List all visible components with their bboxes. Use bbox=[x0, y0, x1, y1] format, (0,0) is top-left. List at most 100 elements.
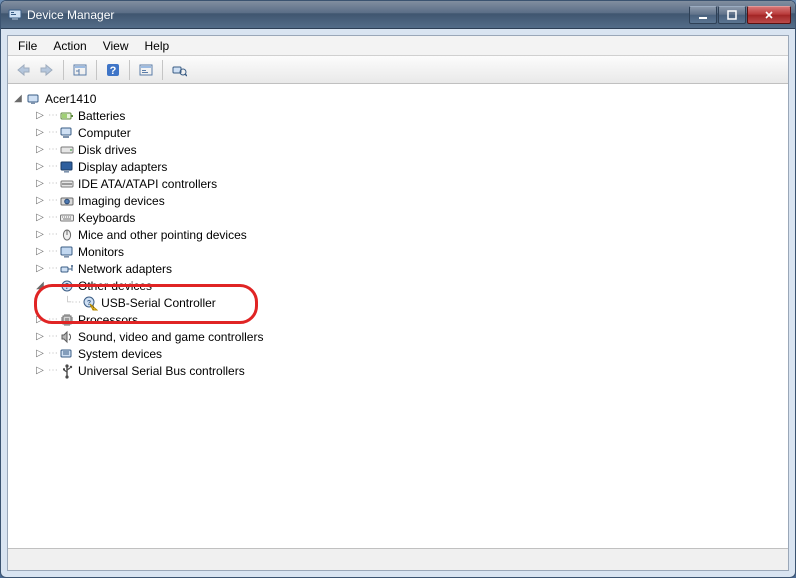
titlebar[interactable]: Device Manager bbox=[1, 1, 795, 29]
minimize-button[interactable] bbox=[689, 6, 717, 24]
expander-icon[interactable]: ▷ bbox=[34, 365, 46, 377]
tree-category-label: System devices bbox=[78, 347, 162, 361]
tree-category-label: Universal Serial Bus controllers bbox=[78, 364, 245, 378]
menubar: File Action View Help bbox=[8, 36, 788, 56]
client-area: File Action View Help ? bbox=[7, 35, 789, 571]
expander-icon[interactable]: ▷ bbox=[34, 178, 46, 190]
tree-category-label: Batteries bbox=[78, 109, 125, 123]
tree-category-node[interactable]: ▷ ⋯ Monitors bbox=[10, 243, 786, 260]
tree-category-node[interactable]: ▷ ⋯ Mice and other pointing devices bbox=[10, 226, 786, 243]
close-button[interactable] bbox=[747, 6, 791, 24]
tree-connector: ⋯ bbox=[48, 331, 58, 342]
help-button[interactable]: ? bbox=[102, 59, 124, 81]
window-title: Device Manager bbox=[27, 8, 114, 22]
svg-text:!: ! bbox=[92, 305, 94, 311]
scan-hardware-button[interactable] bbox=[168, 59, 190, 81]
tree-category-label: Disk drives bbox=[78, 143, 137, 157]
expander-icon[interactable]: ▷ bbox=[34, 331, 46, 343]
expander-icon[interactable]: ▷ bbox=[34, 144, 46, 156]
tree-category-node[interactable]: ▷ ⋯ Network adapters bbox=[10, 260, 786, 277]
show-hide-tree-button[interactable] bbox=[69, 59, 91, 81]
menu-action[interactable]: Action bbox=[45, 37, 94, 55]
network-icon bbox=[59, 261, 75, 277]
tree-category-label: Computer bbox=[78, 126, 131, 140]
disk-icon bbox=[59, 142, 75, 158]
tree-connector: ⋯ bbox=[48, 229, 58, 240]
tree-category-label: Mice and other pointing devices bbox=[78, 228, 247, 242]
tree-connector: ⋯ bbox=[48, 314, 58, 325]
tree-category-node[interactable]: ▷ ⋯ IDE ATA/ATAPI controllers bbox=[10, 175, 786, 192]
tree-category-label: IDE ATA/ATAPI controllers bbox=[78, 177, 217, 191]
tree-category-node[interactable]: ▷ ⋯ Universal Serial Bus controllers bbox=[10, 362, 786, 379]
tree-connector: ⋯ bbox=[48, 110, 58, 121]
expander-icon[interactable]: ▷ bbox=[34, 195, 46, 207]
menu-file[interactable]: File bbox=[10, 37, 45, 55]
expander-icon[interactable]: ▷ bbox=[34, 314, 46, 326]
tree-category-label: Other devices bbox=[78, 279, 152, 293]
expander-icon[interactable]: ▷ bbox=[34, 229, 46, 241]
tree-category-node[interactable]: ◢ ⋯ ? Other devices bbox=[10, 277, 786, 294]
display-icon bbox=[59, 159, 75, 175]
tree-connector: ⋯ bbox=[48, 212, 58, 223]
device-manager-window: Device Manager File Action View Help bbox=[0, 0, 796, 578]
cpu-icon bbox=[59, 312, 75, 328]
tree-connector: ⋯ bbox=[48, 263, 58, 274]
sound-icon bbox=[59, 329, 75, 345]
tree-category-node[interactable]: ▷ ⋯ Computer bbox=[10, 124, 786, 141]
tree-category-label: Sound, video and game controllers bbox=[78, 330, 263, 344]
other-icon: ? bbox=[59, 278, 75, 294]
expander-icon[interactable]: ▷ bbox=[34, 246, 46, 258]
computer-icon bbox=[26, 91, 42, 107]
tree-category-node[interactable]: ▷ ⋯ Imaging devices bbox=[10, 192, 786, 209]
tree-connector: ⋯ bbox=[48, 127, 58, 138]
tree-connector: ⋯ bbox=[48, 144, 58, 155]
expander-icon[interactable]: ◢ bbox=[34, 280, 46, 292]
tree-device-node[interactable]: └⋯ ?! USB-Serial Controller bbox=[10, 294, 786, 311]
tree-panel: ◢ Acer1410 ▷ ⋯ Batteries ▷ ⋯ Computer ▷ … bbox=[8, 84, 788, 548]
tree-category-node[interactable]: ▷ ⋯ Disk drives bbox=[10, 141, 786, 158]
imaging-icon bbox=[59, 193, 75, 209]
menu-help[interactable]: Help bbox=[137, 37, 178, 55]
properties-button[interactable] bbox=[135, 59, 157, 81]
tree-category-node[interactable]: ▷ ⋯ Batteries bbox=[10, 107, 786, 124]
nav-back-button[interactable] bbox=[12, 59, 34, 81]
tree-connector: ⋯ bbox=[48, 348, 58, 359]
menu-view[interactable]: View bbox=[95, 37, 137, 55]
tree-root-node[interactable]: ◢ Acer1410 bbox=[10, 90, 786, 107]
keyboard-icon bbox=[59, 210, 75, 226]
tree-connector: ⋯ bbox=[48, 280, 58, 291]
computer-icon bbox=[59, 125, 75, 141]
statusbar bbox=[8, 548, 788, 570]
expander-icon[interactable]: ▷ bbox=[34, 127, 46, 139]
tree-root-label: Acer1410 bbox=[45, 92, 96, 106]
tree-category-node[interactable]: ▷ ⋯ System devices bbox=[10, 345, 786, 362]
monitor-icon bbox=[59, 244, 75, 260]
maximize-button[interactable] bbox=[718, 6, 746, 24]
tree-connector: ⋯ bbox=[48, 178, 58, 189]
warn-icon: ?! bbox=[82, 295, 98, 311]
tree-connector: ⋯ bbox=[48, 195, 58, 206]
mouse-icon bbox=[59, 227, 75, 243]
tree-connector: ⋯ bbox=[48, 161, 58, 172]
nav-forward-button[interactable] bbox=[36, 59, 58, 81]
tree-connector: ⋯ bbox=[48, 365, 58, 376]
toolbar: ? bbox=[8, 56, 788, 84]
tree-category-label: Network adapters bbox=[78, 262, 172, 276]
battery-icon bbox=[59, 108, 75, 124]
expander-icon[interactable]: ◢ bbox=[12, 93, 24, 105]
tree-category-node[interactable]: ▷ ⋯ Processors bbox=[10, 311, 786, 328]
expander-icon[interactable]: ▷ bbox=[34, 161, 46, 173]
tree-category-node[interactable]: ▷ ⋯ Sound, video and game controllers bbox=[10, 328, 786, 345]
tree-device-label: USB-Serial Controller bbox=[101, 296, 216, 310]
expander-icon[interactable]: ▷ bbox=[34, 110, 46, 122]
tree-category-node[interactable]: ▷ ⋯ Display adapters bbox=[10, 158, 786, 175]
expander-icon[interactable]: ▷ bbox=[34, 348, 46, 360]
expander-icon[interactable]: ▷ bbox=[34, 263, 46, 275]
expander-icon[interactable]: ▷ bbox=[34, 212, 46, 224]
tree-category-label: Keyboards bbox=[78, 211, 135, 225]
tree-category-label: Imaging devices bbox=[78, 194, 165, 208]
tree-category-node[interactable]: ▷ ⋯ Keyboards bbox=[10, 209, 786, 226]
svg-text:?: ? bbox=[65, 282, 70, 291]
system-icon bbox=[59, 346, 75, 362]
ide-icon bbox=[59, 176, 75, 192]
